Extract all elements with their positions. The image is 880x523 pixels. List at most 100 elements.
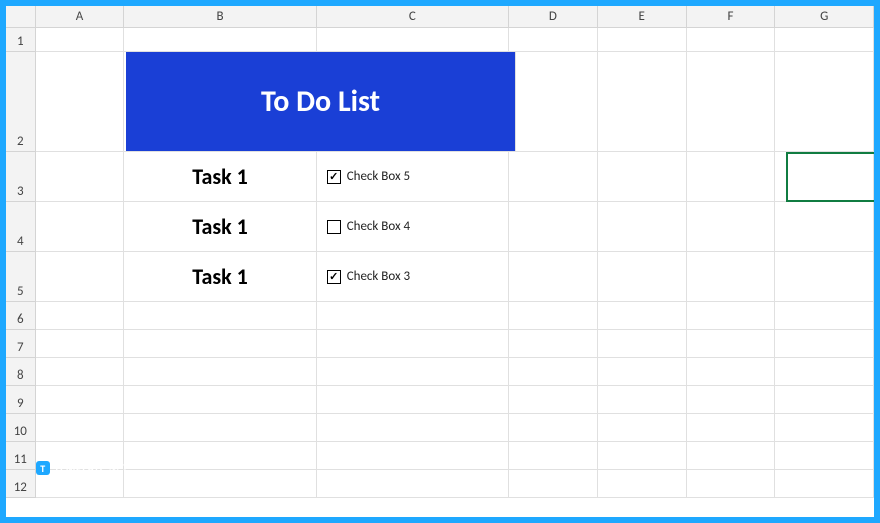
cell-d1[interactable] — [509, 28, 598, 52]
row-header-3[interactable]: 3 — [6, 152, 36, 202]
cell-e8[interactable] — [598, 358, 687, 386]
cell-c5[interactable]: Check Box 3 — [317, 252, 509, 302]
cell-e3[interactable] — [598, 152, 687, 202]
cell-f7[interactable] — [687, 330, 776, 358]
cell-d2[interactable] — [509, 52, 598, 152]
checkbox-control-3[interactable]: Check Box 3 — [317, 252, 508, 301]
cell-g7[interactable] — [775, 330, 874, 358]
cell-g12[interactable] — [775, 470, 874, 498]
cell-d9[interactable] — [509, 386, 598, 414]
col-header-b[interactable]: B — [124, 6, 316, 27]
cell-c7[interactable] — [317, 330, 509, 358]
cell-b5[interactable]: Task 1 — [124, 252, 316, 302]
row-header-2[interactable]: 2 — [6, 52, 36, 152]
cell-g11[interactable] — [775, 442, 874, 470]
cell-c4[interactable]: Check Box 4 — [317, 202, 509, 252]
cell-d11[interactable] — [509, 442, 598, 470]
cell-g10[interactable] — [775, 414, 874, 442]
cell-a10[interactable] — [36, 414, 125, 442]
cell-b8[interactable] — [124, 358, 316, 386]
cell-b6[interactable] — [124, 302, 316, 330]
cell-b10[interactable] — [124, 414, 316, 442]
cell-b12[interactable] — [124, 470, 316, 498]
cell-e7[interactable] — [598, 330, 687, 358]
cell-a6[interactable] — [36, 302, 125, 330]
cell-g6[interactable] — [775, 302, 874, 330]
cell-c8[interactable] — [317, 358, 509, 386]
cell-b7[interactable] — [124, 330, 316, 358]
cell-c10[interactable] — [317, 414, 509, 442]
cell-c11[interactable] — [317, 442, 509, 470]
title-cell[interactable]: To Do List — [126, 52, 516, 152]
col-header-g[interactable]: G — [775, 6, 874, 27]
col-header-c[interactable]: C — [317, 6, 509, 27]
row-header-7[interactable]: 7 — [6, 330, 36, 358]
cell-d7[interactable] — [509, 330, 598, 358]
row-header-4[interactable]: 4 — [6, 202, 36, 252]
cell-g8[interactable] — [775, 358, 874, 386]
cell-a3[interactable] — [36, 152, 125, 202]
cell-a7[interactable] — [36, 330, 125, 358]
cell-d8[interactable] — [509, 358, 598, 386]
cell-b9[interactable] — [124, 386, 316, 414]
cell-f12[interactable] — [687, 470, 776, 498]
cell-d10[interactable] — [509, 414, 598, 442]
cell-f8[interactable] — [687, 358, 776, 386]
cell-a2[interactable] — [36, 52, 125, 152]
checkbox-control-4[interactable]: Check Box 4 — [317, 202, 508, 251]
cell-c3[interactable]: Check Box 5 — [317, 152, 509, 202]
cell-g5[interactable] — [775, 252, 874, 302]
cell-e9[interactable] — [598, 386, 687, 414]
col-header-e[interactable]: E — [598, 6, 687, 27]
row-header-9[interactable]: 9 — [6, 386, 36, 414]
cell-g1[interactable] — [775, 28, 874, 52]
cell-a4[interactable] — [36, 202, 125, 252]
cell-a5[interactable] — [36, 252, 125, 302]
cell-f6[interactable] — [687, 302, 776, 330]
cell-f4[interactable] — [687, 202, 776, 252]
cell-e6[interactable] — [598, 302, 687, 330]
cell-f9[interactable] — [687, 386, 776, 414]
cell-a8[interactable] — [36, 358, 125, 386]
checkbox-control-5[interactable]: Check Box 5 — [317, 152, 508, 201]
cell-c9[interactable] — [317, 386, 509, 414]
cell-d12[interactable] — [509, 470, 598, 498]
col-header-d[interactable]: D — [509, 6, 598, 27]
cell-e4[interactable] — [598, 202, 687, 252]
cell-d6[interactable] — [509, 302, 598, 330]
cell-f10[interactable] — [687, 414, 776, 442]
row-header-5[interactable]: 5 — [6, 252, 36, 302]
cell-b4[interactable]: Task 1 — [124, 202, 316, 252]
row-header-11[interactable]: 11 — [6, 442, 36, 470]
select-all-corner[interactable] — [6, 6, 36, 27]
cell-f11[interactable] — [687, 442, 776, 470]
cell-c1[interactable] — [317, 28, 509, 52]
cell-b3[interactable]: Task 1 — [124, 152, 316, 202]
cell-f1[interactable] — [687, 28, 776, 52]
cell-c6[interactable] — [317, 302, 509, 330]
row-header-12[interactable]: 12 — [6, 470, 36, 498]
cell-e12[interactable] — [598, 470, 687, 498]
row-header-6[interactable]: 6 — [6, 302, 36, 330]
cell-f2[interactable] — [687, 52, 776, 152]
cell-b1[interactable] — [124, 28, 316, 52]
cell-e2[interactable] — [598, 52, 687, 152]
cell-e1[interactable] — [598, 28, 687, 52]
cell-e11[interactable] — [598, 442, 687, 470]
cell-d4[interactable] — [509, 202, 598, 252]
row-header-1[interactable]: 1 — [6, 28, 36, 52]
cell-e5[interactable] — [598, 252, 687, 302]
cell-c12[interactable] — [317, 470, 509, 498]
cell-g2[interactable] — [775, 52, 874, 152]
cell-e10[interactable] — [598, 414, 687, 442]
col-header-a[interactable]: A — [36, 6, 125, 27]
cell-a9[interactable] — [36, 386, 125, 414]
cell-g3[interactable] — [775, 152, 874, 202]
cell-g9[interactable] — [775, 386, 874, 414]
col-header-f[interactable]: F — [687, 6, 776, 27]
cell-f5[interactable] — [687, 252, 776, 302]
cell-d3[interactable] — [509, 152, 598, 202]
cell-f3[interactable] — [687, 152, 776, 202]
row-header-8[interactable]: 8 — [6, 358, 36, 386]
row-header-10[interactable]: 10 — [6, 414, 36, 442]
